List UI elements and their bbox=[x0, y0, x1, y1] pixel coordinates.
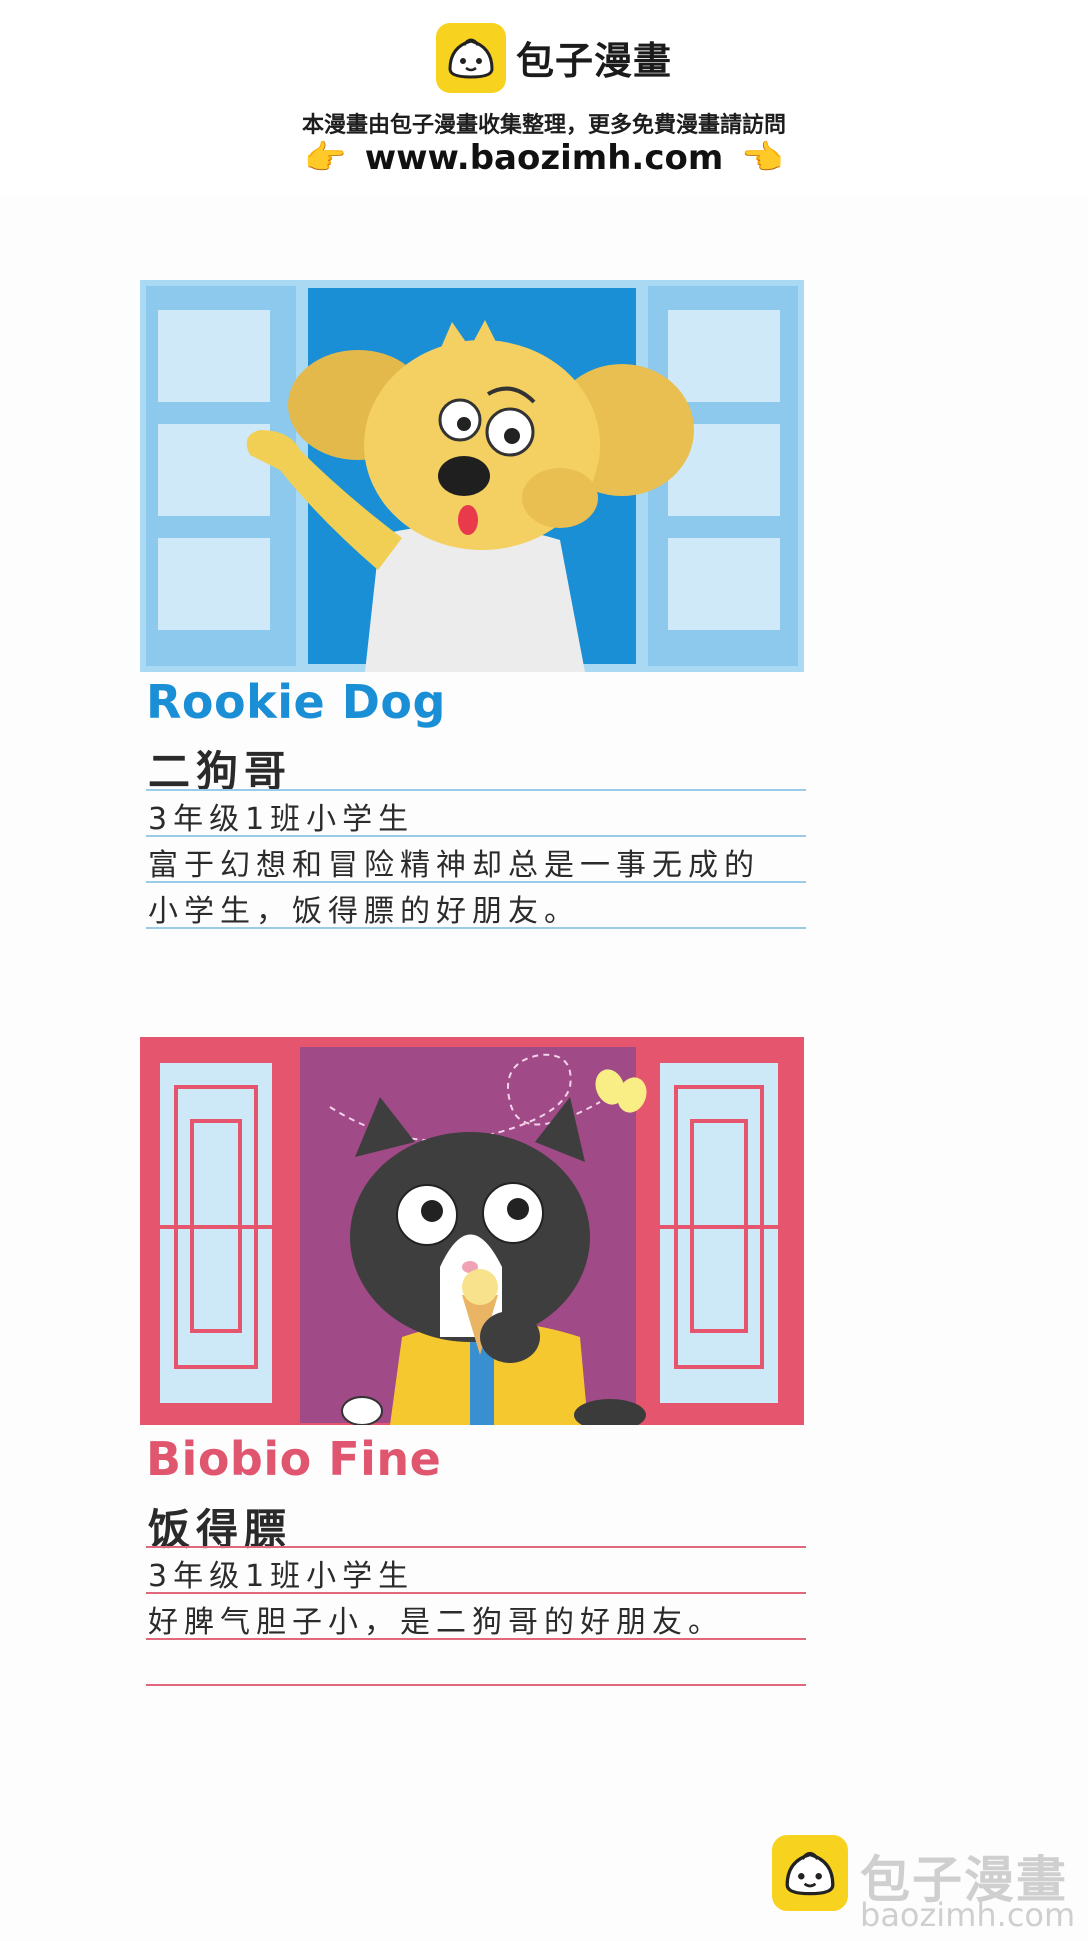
baozi-watermark-logo-icon bbox=[772, 1835, 848, 1911]
description-line: 小学生，饭得膘的好朋友。 bbox=[148, 894, 580, 929]
ruled-line bbox=[146, 789, 806, 791]
baozi-logo-icon bbox=[436, 23, 506, 93]
description-line: 富于幻想和冒险精神却总是一事无成的 bbox=[148, 848, 760, 883]
site-url-link[interactable]: www.baozimh.com bbox=[365, 138, 724, 178]
rookie-dog-illustration bbox=[140, 280, 804, 672]
url-row: 👉 www.baozimh.com 👈 bbox=[0, 138, 1088, 178]
description-line: 3年级1班小学生 bbox=[148, 1559, 415, 1594]
ruled-line bbox=[146, 881, 806, 883]
pointing-hand-icon: 👈 bbox=[741, 138, 784, 178]
ruled-line bbox=[146, 1684, 806, 1686]
site-name: 包子漫畫 bbox=[516, 39, 673, 83]
description-line: 3年级1班小学生 bbox=[148, 802, 415, 837]
character-name-en: Biobio Fine bbox=[146, 1432, 442, 1486]
ruled-line bbox=[146, 927, 806, 929]
biobio-fine-illustration bbox=[140, 1037, 804, 1425]
ruled-line bbox=[146, 1638, 806, 1640]
description-line: 好脾气胆子小，是二狗哥的好朋友。 bbox=[148, 1605, 724, 1640]
ruled-line bbox=[146, 1546, 806, 1548]
pointing-hand-icon: 👉 bbox=[304, 138, 347, 178]
character-name-en: Rookie Dog bbox=[146, 675, 446, 729]
watermark-url: baozimh.com bbox=[860, 1896, 1076, 1934]
ruled-line bbox=[146, 835, 806, 837]
notice-text: 本漫畫由包子漫畫收集整理，更多免費漫畫請訪問 bbox=[301, 113, 786, 138]
ruled-line bbox=[146, 1592, 806, 1594]
